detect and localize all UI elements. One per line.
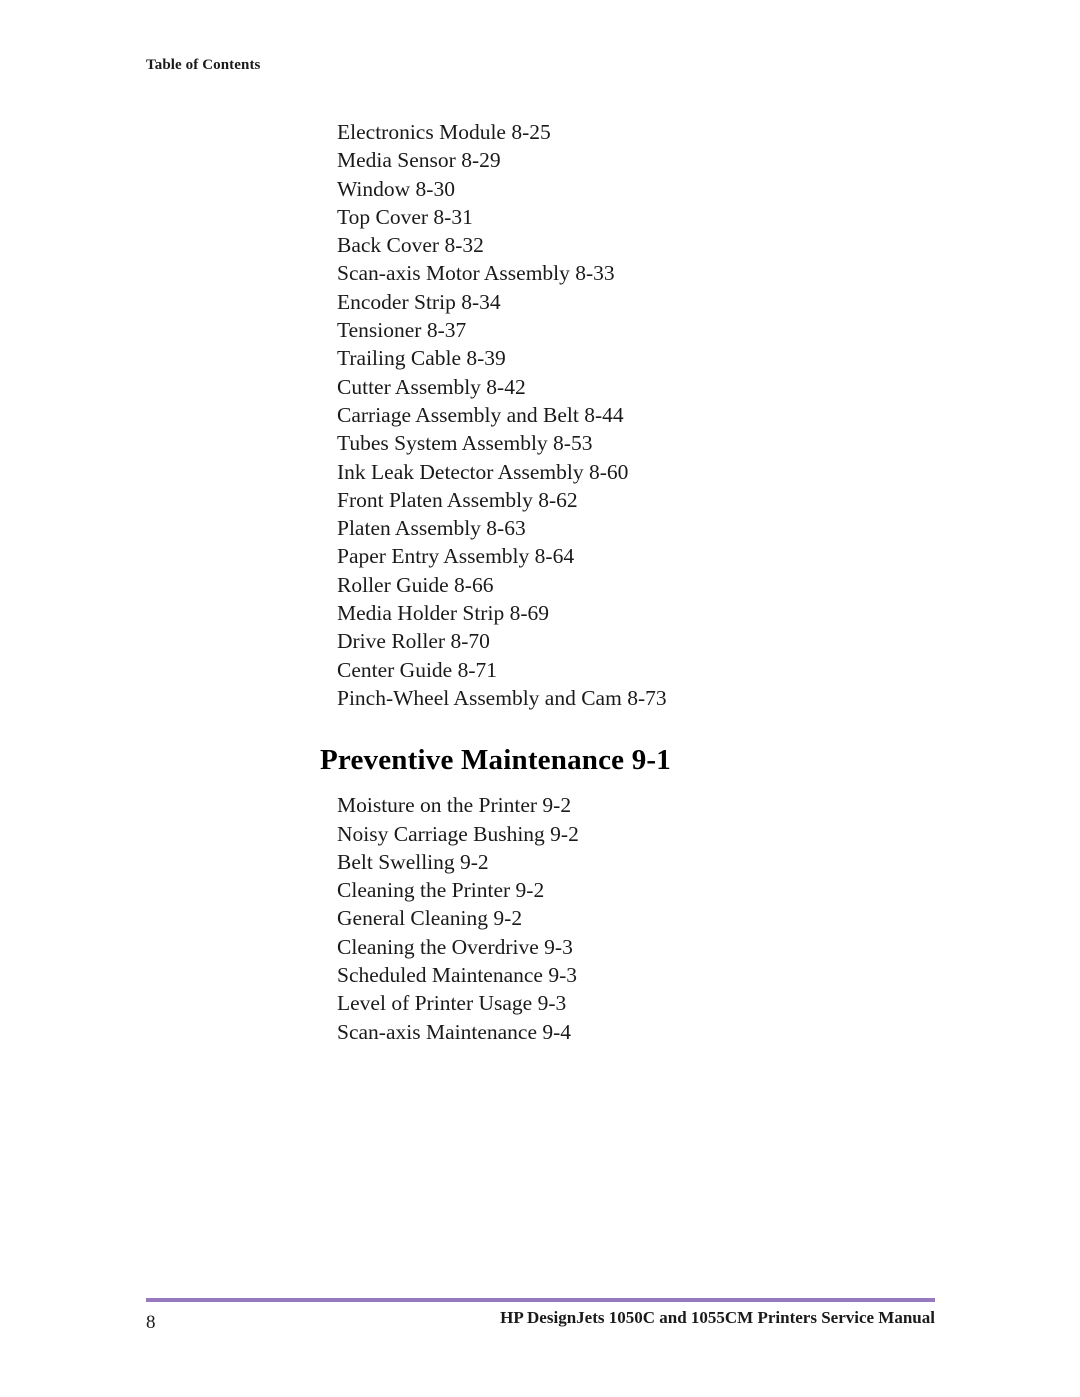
toc-entry-group-chapter8: Electronics Module 8-25 Media Sensor 8-29… [0, 118, 1080, 712]
toc-entry[interactable]: Noisy Carriage Bushing 9-2 [0, 820, 1080, 848]
toc-body: Electronics Module 8-25 Media Sensor 8-29… [0, 118, 1080, 1046]
toc-entry[interactable]: Center Guide 8-71 [0, 656, 1080, 684]
running-header: Table of Contents [146, 57, 261, 73]
toc-entry[interactable]: Front Platen Assembly 8-62 [0, 486, 1080, 514]
footer-manual-title: HP DesignJets 1050C and 1055CM Printers … [500, 1308, 935, 1327]
toc-entry-group-chapter9: Moisture on the Printer 9-2 Noisy Carriag… [0, 791, 1080, 1046]
toc-entry[interactable]: Ink Leak Detector Assembly 8-60 [0, 458, 1080, 486]
toc-entry[interactable]: Carriage Assembly and Belt 8-44 [0, 401, 1080, 429]
toc-section-heading-preventive-maintenance[interactable]: Preventive Maintenance 9-1 [0, 742, 1080, 778]
toc-entry[interactable]: Platen Assembly 8-63 [0, 514, 1080, 542]
toc-entry[interactable]: Trailing Cable 8-39 [0, 344, 1080, 372]
footer-divider-rule [146, 1298, 935, 1302]
toc-entry[interactable]: Level of Printer Usage 9-3 [0, 989, 1080, 1017]
toc-entry[interactable]: Cleaning the Printer 9-2 [0, 876, 1080, 904]
toc-entry[interactable]: Tubes System Assembly 8-53 [0, 429, 1080, 457]
toc-entry[interactable]: Electronics Module 8-25 [0, 118, 1080, 146]
document-page: Table of Contents Electronics Module 8-2… [0, 0, 1080, 1397]
toc-entry[interactable]: Scan-axis Motor Assembly 8-33 [0, 259, 1080, 287]
toc-entry[interactable]: Paper Entry Assembly 8-64 [0, 542, 1080, 570]
toc-entry[interactable]: Cleaning the Overdrive 9-3 [0, 933, 1080, 961]
toc-entry[interactable]: Top Cover 8-31 [0, 203, 1080, 231]
toc-entry[interactable]: General Cleaning 9-2 [0, 904, 1080, 932]
toc-entry[interactable]: Scheduled Maintenance 9-3 [0, 961, 1080, 989]
toc-entry[interactable]: Scan-axis Maintenance 9-4 [0, 1018, 1080, 1046]
toc-entry[interactable]: Back Cover 8-32 [0, 231, 1080, 259]
toc-entry[interactable]: Media Holder Strip 8-69 [0, 599, 1080, 627]
toc-entry[interactable]: Roller Guide 8-66 [0, 571, 1080, 599]
toc-entry[interactable]: Encoder Strip 8-34 [0, 288, 1080, 316]
toc-entry[interactable]: Media Sensor 8-29 [0, 146, 1080, 174]
footer-page-number: 8 [146, 1312, 156, 1333]
toc-entry[interactable]: Pinch-Wheel Assembly and Cam 8-73 [0, 684, 1080, 712]
toc-entry[interactable]: Belt Swelling 9-2 [0, 848, 1080, 876]
toc-entry[interactable]: Cutter Assembly 8-42 [0, 373, 1080, 401]
toc-entry[interactable]: Window 8-30 [0, 175, 1080, 203]
toc-entry[interactable]: Moisture on the Printer 9-2 [0, 791, 1080, 819]
toc-entry[interactable]: Tensioner 8-37 [0, 316, 1080, 344]
toc-entry[interactable]: Drive Roller 8-70 [0, 627, 1080, 655]
